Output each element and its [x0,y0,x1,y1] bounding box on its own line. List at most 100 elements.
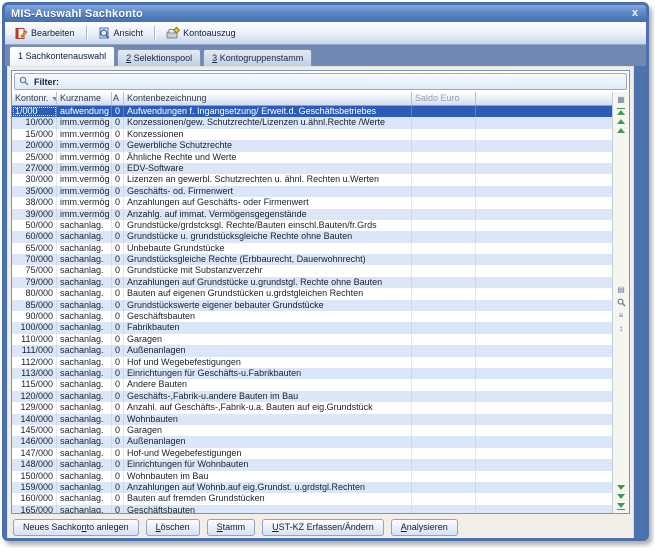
cell-kz: sachanlag. [57,345,112,356]
table-row[interactable]: 30/000imm.vermög0Lizenzen an gewerbl. Sc… [12,174,612,185]
cell-nr: 60/000 [12,231,57,242]
cell-saldo [412,220,476,231]
account-statement-button-label: Kontoauszug [183,28,236,38]
table-row[interactable]: 115/000sachanlag.0Andere Bauten [12,379,612,390]
cell-bez: Ähnliche Rechte und Werte [124,152,412,163]
table-row[interactable]: 120/000sachanlag.0Geschäfts-,Fabrik-u.an… [12,391,612,402]
table-row[interactable]: 110/000sachanlag.0Garagen [12,334,612,345]
cell-saldo [412,357,476,368]
table-row[interactable]: 159/000sachanlag.0Anzahlungen auf Wohnb.… [12,482,612,493]
cell-saldo [412,345,476,356]
column-header-a[interactable]: A [112,92,124,105]
column-options-icon[interactable]: ▦ [615,94,628,105]
column-header-kontenbezeichnung[interactable]: Kontenbezeichnung [124,92,412,105]
cell-nr: 1/000 [12,106,57,117]
page-down-icon[interactable] [617,485,625,490]
table-row[interactable]: 112/000sachanlag.0Hof und Wegebefestigun… [12,357,612,368]
cell-nr: 140/000 [12,414,57,425]
cell-rest [476,368,612,379]
table-row[interactable]: 79/000sachanlag.0Anzahlungen auf Grundst… [12,277,612,288]
cell-a: 0 [112,334,124,345]
cell-nr: 80/000 [12,288,57,299]
table-row[interactable]: 50/000sachanlag.0Grundstücke/grdstcksgl.… [12,220,612,231]
table-row[interactable]: 111/000sachanlag.0Außenanlagen [12,345,612,356]
cell-rest [476,117,612,128]
filter-bar[interactable]: Filter: [14,73,627,90]
column-header-saldo-euro[interactable]: Saldo Euro [412,92,476,105]
view-button[interactable]: Ansicht [92,25,150,42]
tab-selektionspool[interactable]: 2 Selektionspool [117,49,201,66]
table-row[interactable]: 65/000sachanlag.0Unbebaute Grundstücke [12,243,612,254]
new-account-button[interactable]: Neues Sachkonto anlegen [13,519,139,536]
scroll-down-icon[interactable] [617,494,625,499]
delete-button[interactable]: Löschen [146,519,200,536]
table-row[interactable]: 39/000imm.vermög0Anzahlg. auf immat. Ver… [12,209,612,220]
table-row[interactable]: 70/000sachanlag.0Grundstücksgleiche Rech… [12,254,612,265]
toolbar-separator [86,26,87,40]
cell-nr: 150/000 [12,471,57,482]
table-row[interactable]: 38/000imm.vermög0Anzahlungen auf Geschäf… [12,197,612,208]
table-row[interactable]: 85/000sachanlag.0Grundstückswerte eigene… [12,300,612,311]
cell-kz: sachanlag. [57,243,112,254]
column-header-kurzname[interactable]: Kurzname [57,92,112,105]
cell-bez: Geschäftsbauten [124,505,412,513]
table-row[interactable]: 146/000sachanlag.0Außenanlagen [12,436,612,447]
cell-bez: Einrichtungen für Wohnbauten [124,459,412,470]
cell-a: 0 [112,357,124,368]
table-row[interactable]: 75/000sachanlag.0Grundstücke mit Substan… [12,265,612,276]
cell-kz: imm.vermög [57,186,112,197]
scroll-top-icon[interactable] [617,108,625,115]
scroll-up-icon[interactable] [617,119,625,124]
cell-bez: Gewerbliche Schutzrechte [124,140,412,151]
cell-rest [476,505,612,513]
table-row[interactable]: 80/000sachanlag.0Bauten auf eigenen Grun… [12,288,612,299]
sort-icon[interactable]: ↕ [615,323,628,334]
table-row[interactable]: 35/000imm.vermög0Geschäfts- od. Firmenwe… [12,186,612,197]
table-row[interactable]: 147/000sachanlag.0Hof-und Wegebefestigun… [12,448,612,459]
table-row[interactable]: 165/000sachanlag.0Geschäftsbauten [12,505,612,513]
tab-key: 1 [18,51,23,61]
table-row[interactable]: 148/000sachanlag.0Einrichtungen für Wohn… [12,459,612,470]
table-row[interactable]: 10/000imm.vermög0Konzessionen/gew. Schut… [12,117,612,128]
report-icon[interactable]: ≡ [615,310,628,321]
table-row[interactable]: 100/000sachanlag.0Fabrikbauten [12,322,612,333]
cell-rest [476,357,612,368]
table-row[interactable]: 145/000sachanlag.0Garagen [12,425,612,436]
account-statement-button[interactable]: Kontoauszug [160,25,242,42]
master-data-button[interactable]: Stamm [207,519,256,536]
table-row[interactable]: 113/000sachanlag.0Einrichtungen für Gesc… [12,368,612,379]
cell-saldo [412,231,476,242]
cell-nr: 10/000 [12,117,57,128]
close-button[interactable]: x [632,6,638,21]
cell-kz: sachanlag. [57,334,112,345]
cell-bez: Garagen [124,334,412,345]
scroll-bottom-icon[interactable] [617,503,625,510]
tab-sachkontenauswahl[interactable]: 1 Sachkontenauswahl [9,46,115,66]
cell-a: 0 [112,129,124,140]
table-row[interactable]: 60/000sachanlag.0Grundstücke u. grundstü… [12,231,612,242]
cell-saldo [412,493,476,504]
table-row[interactable]: 27/000imm.vermög0EDV-Software [12,163,612,174]
grid-side-toolbar: ▦ ▤ ≡ ↕ [612,92,629,513]
cell-kz: sachanlag. [57,311,112,322]
table-row[interactable]: 140/000sachanlag.0Wohnbauten [12,414,612,425]
tab-kontogruppenstamm[interactable]: 3 Kontogruppenstamm [203,49,312,66]
table-row[interactable]: 15/000imm.vermög0Konzessionen [12,129,612,140]
column-header-kontonr[interactable]: Kontonr. [12,92,57,105]
vat-code-button[interactable]: UST-KZ Erfassen/Ändern [262,519,384,536]
title-bar[interactable]: MIS-Auswahl Sachkonto x [5,5,646,22]
table-row[interactable]: 25/000imm.vermög0Ähnliche Rechte und Wer… [12,152,612,163]
edit-button[interactable]: Bearbeiten [9,25,81,42]
table-row[interactable]: 90/000sachanlag.0Geschäftsbauten [12,311,612,322]
cell-nr: 146/000 [12,436,57,447]
table-row[interactable]: 129/000sachanlag.0Anzahl. auf Geschäfts-… [12,402,612,413]
table-row[interactable]: 20/000imm.vermög0Gewerbliche Schutzrecht… [12,140,612,151]
cell-rest [476,448,612,459]
analyze-button[interactable]: Analysieren [391,519,458,536]
table-row[interactable]: 160/000sachanlag.0Bauten auf fremden Gru… [12,493,612,504]
search-icon[interactable] [615,297,628,308]
layout-icon[interactable]: ▤ [615,284,628,295]
page-up-icon[interactable] [617,128,625,133]
table-row[interactable]: 1/000aufwendung0Aufwendungen f. Ingangse… [12,106,612,117]
table-row[interactable]: 150/000sachanlag.0Wohnbauten im Bau [12,471,612,482]
